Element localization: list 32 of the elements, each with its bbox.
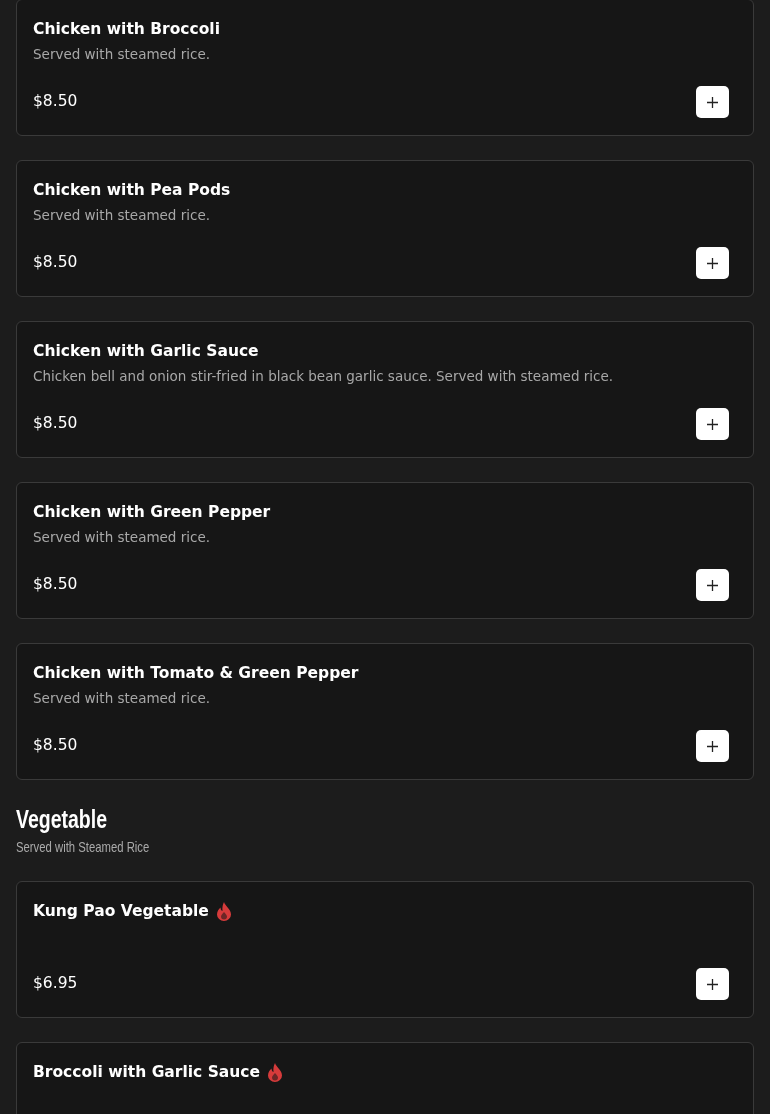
plus-icon bbox=[707, 978, 718, 990]
item-name: Chicken with Tomato & Green Pepper bbox=[33, 663, 359, 684]
add-button[interactable] bbox=[696, 569, 729, 601]
item-description: Served with steamed rice. bbox=[33, 689, 212, 708]
item-name: Broccoli with Garlic Sauce bbox=[33, 1062, 261, 1083]
item-name: Chicken with Green Pepper bbox=[33, 502, 271, 523]
item-price: $8.50 bbox=[33, 574, 78, 596]
section-subtitle: Served with Steamed Rice bbox=[16, 838, 150, 856]
item-description: Served with steamed rice. bbox=[33, 206, 212, 225]
plus-icon bbox=[707, 96, 718, 108]
plus-icon bbox=[707, 740, 718, 752]
item-price: $8.50 bbox=[33, 252, 78, 274]
item-description: Chicken bell and onion stir-fried in black bean garlic sauce. Served with steamed rice. bbox=[33, 367, 615, 386]
add-button[interactable] bbox=[696, 247, 729, 279]
plus-icon bbox=[707, 418, 718, 430]
item-name: Kung Pao Vegetable bbox=[33, 901, 209, 922]
add-button[interactable] bbox=[696, 968, 729, 1000]
item-name: Chicken with Broccoli bbox=[33, 19, 220, 40]
item-name: Chicken with Pea Pods bbox=[33, 180, 231, 201]
item-price: $6.95 bbox=[33, 973, 78, 995]
item-price: $8.50 bbox=[33, 413, 78, 435]
plus-icon bbox=[707, 257, 718, 269]
add-button[interactable] bbox=[696, 730, 729, 762]
item-name: Chicken with Garlic Sauce bbox=[33, 341, 259, 362]
add-button[interactable] bbox=[696, 86, 729, 118]
item-price: $8.50 bbox=[33, 91, 78, 113]
item-description: Served with steamed rice. bbox=[33, 45, 212, 64]
section-title: Vegetable bbox=[16, 804, 108, 834]
item-description: Served with steamed rice. bbox=[33, 528, 212, 547]
item-price: $8.50 bbox=[33, 735, 78, 757]
plus-icon bbox=[707, 579, 718, 591]
add-button[interactable] bbox=[696, 408, 729, 440]
